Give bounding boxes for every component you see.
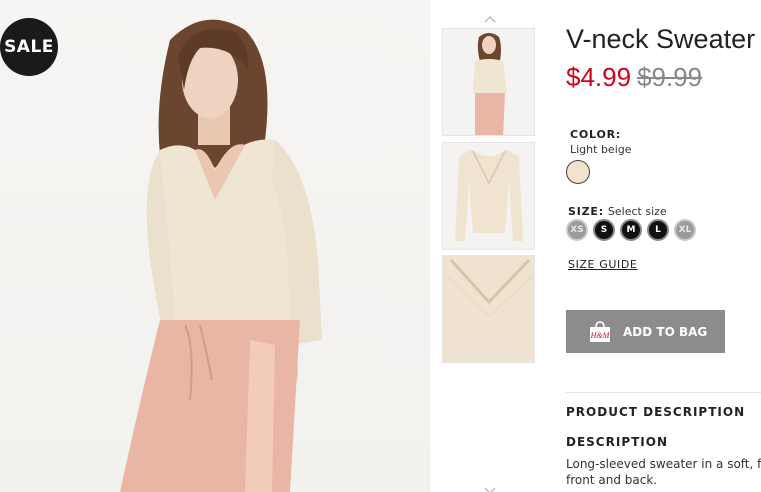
color-label: COLOR:: [570, 128, 622, 141]
chevron-down-icon[interactable]: [484, 482, 496, 492]
description-heading: DESCRIPTION: [566, 435, 669, 449]
thumbnail-garment[interactable]: [442, 142, 535, 250]
size-row: SIZE: Select size: [568, 202, 667, 220]
original-price: $9.99: [637, 62, 703, 92]
size-options: XS S M L XL: [566, 219, 696, 241]
thumbnail-garment-image: [455, 149, 523, 241]
hm-logo-text: H&M: [590, 331, 611, 340]
color-swatch-light-beige[interactable]: [566, 160, 590, 184]
size-option-s[interactable]: S: [593, 219, 615, 241]
thumbnail-detail-image: [443, 256, 534, 362]
add-to-bag-label: ADD TO BAG: [623, 324, 708, 339]
size-option-l[interactable]: L: [647, 219, 669, 241]
size-option-xs[interactable]: XS: [566, 219, 588, 241]
chevron-up-icon[interactable]: [484, 10, 496, 28]
size-guide-link[interactable]: SIZE GUIDE: [568, 258, 637, 271]
description-line-1: Long-sleeved sweater in a soft, fir: [566, 457, 761, 471]
description-line-2: front and back.: [566, 473, 658, 487]
size-option-m[interactable]: M: [620, 219, 642, 241]
section-divider: [566, 392, 761, 393]
thumbnail-model-image: [473, 33, 507, 135]
thumbnail-detail[interactable]: [442, 255, 535, 363]
size-label: SIZE:: [568, 205, 604, 218]
shopping-bag-icon: H&M: [588, 320, 612, 343]
color-value: Light beige: [570, 143, 632, 156]
add-to-bag-button[interactable]: H&M ADD TO BAG: [566, 310, 725, 353]
thumbnail-model[interactable]: [442, 28, 535, 136]
product-title: V-neck Sweater: [566, 24, 756, 54]
size-hint: Select size: [607, 205, 667, 218]
product-description-title[interactable]: PRODUCT DESCRIPTION: [566, 405, 745, 419]
description-text: Long-sleeved sweater in a soft, fir fron…: [566, 456, 761, 488]
size-option-xl[interactable]: XL: [674, 219, 696, 241]
model-illustration: [120, 19, 322, 492]
sale-badge: SALE: [0, 18, 58, 76]
sale-price: $4.99: [566, 62, 632, 92]
price-row: $4.99 $9.99: [566, 62, 702, 93]
main-product-image[interactable]: SALE: [0, 0, 430, 492]
